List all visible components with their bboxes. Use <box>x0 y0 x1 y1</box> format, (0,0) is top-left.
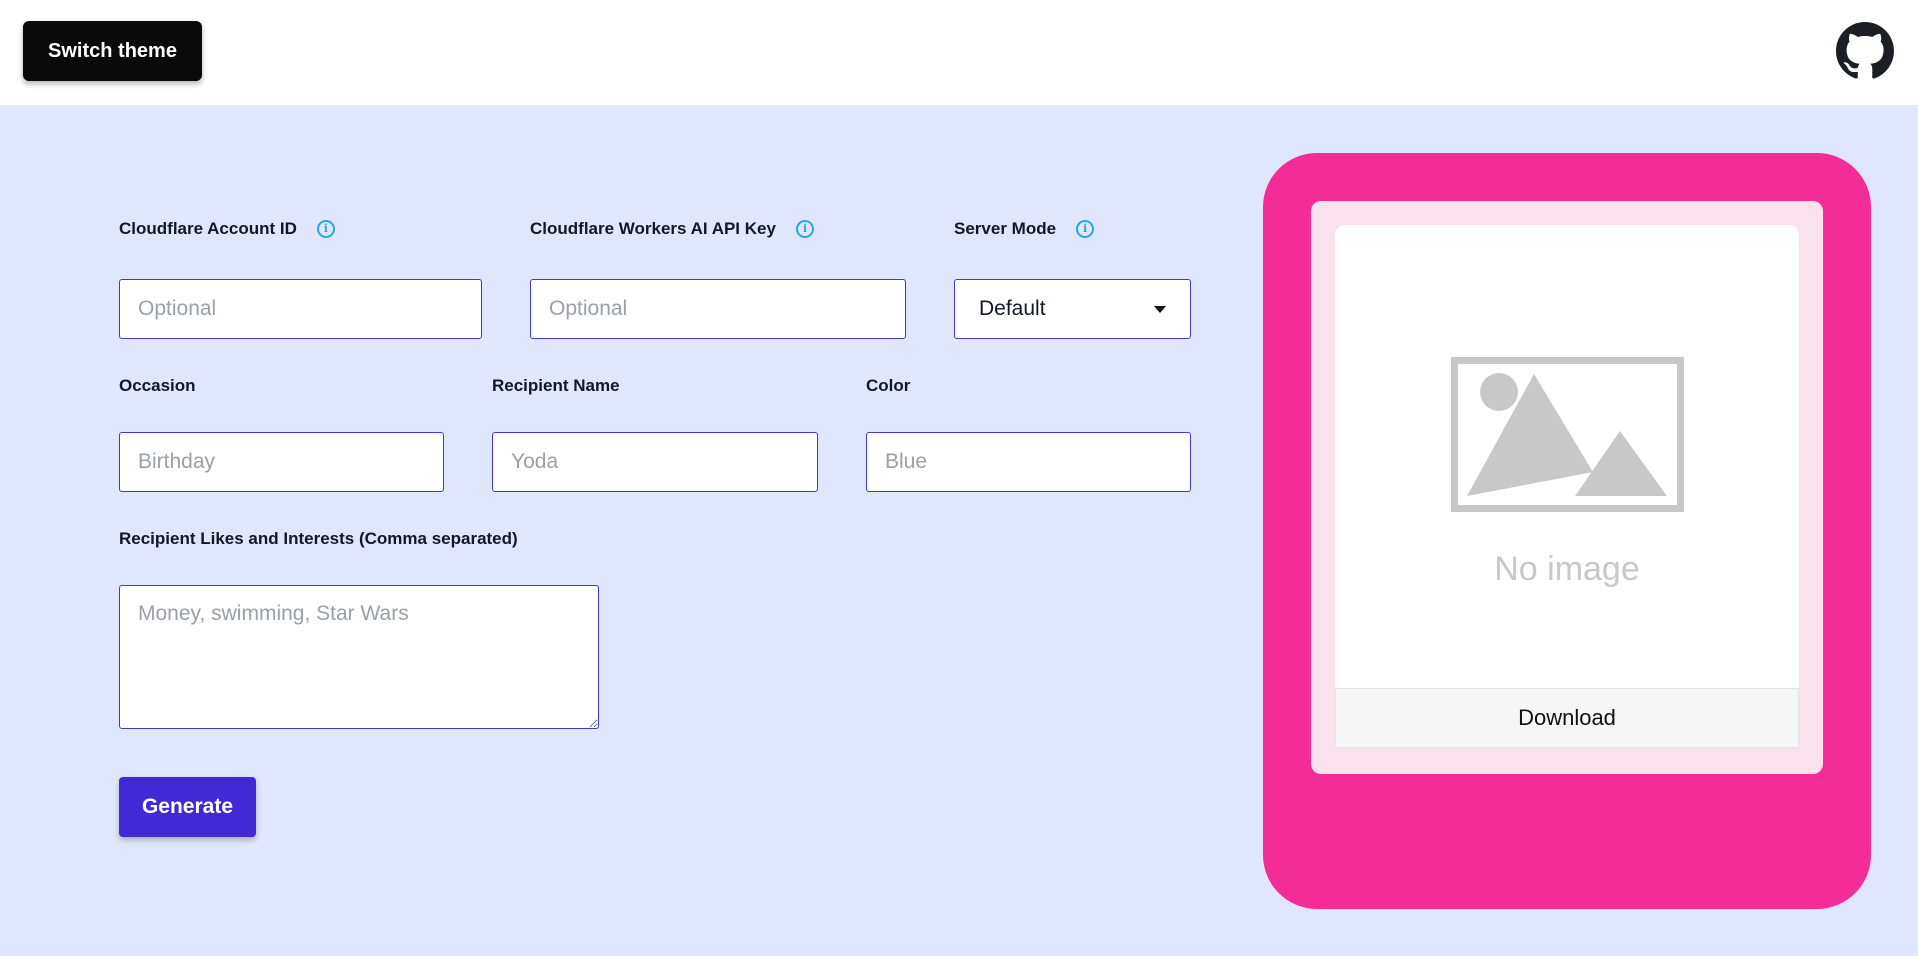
color-label: Color <box>866 376 910 396</box>
info-icon[interactable]: i <box>1076 220 1095 238</box>
occasion-input[interactable] <box>119 432 444 492</box>
recipient-name-label: Recipient Name <box>492 376 620 396</box>
footer-strip <box>0 956 1918 979</box>
likes-label: Recipient Likes and Interests (Comma sep… <box>119 529 518 549</box>
api-key-input[interactable] <box>530 279 906 339</box>
no-image-text: No image <box>1494 550 1640 588</box>
occasion-label: Occasion <box>119 376 196 396</box>
api-key-label: Cloudflare Workers AI API Key i <box>530 219 814 239</box>
recipient-name-input[interactable] <box>492 432 818 492</box>
server-mode-label: Server Mode i <box>954 219 1095 239</box>
color-input[interactable] <box>866 432 1191 492</box>
download-button[interactable]: Download <box>1335 688 1799 748</box>
generate-button[interactable]: Generate <box>119 777 256 837</box>
image-placeholder-icon <box>1451 357 1684 512</box>
server-mode-select[interactable]: Default <box>954 279 1191 339</box>
switch-theme-button[interactable]: Switch theme <box>23 21 202 81</box>
recipient-name-label-text: Recipient Name <box>492 376 620 395</box>
info-icon[interactable]: i <box>316 220 335 238</box>
server-mode-value: Default <box>979 297 1046 320</box>
server-mode-label-text: Server Mode <box>954 219 1057 238</box>
account-id-label: Cloudflare Account ID i <box>119 219 335 239</box>
likes-label-text: Recipient Likes and Interests (Comma sep… <box>119 529 518 548</box>
top-bar: Switch theme <box>0 0 1918 105</box>
info-icon[interactable]: i <box>795 220 814 238</box>
account-id-input[interactable] <box>119 279 482 339</box>
chevron-down-icon <box>1154 305 1166 313</box>
account-id-label-text: Cloudflare Account ID <box>119 219 297 238</box>
color-label-text: Color <box>866 376 911 395</box>
occasion-label-text: Occasion <box>119 376 196 395</box>
likes-textarea[interactable] <box>119 585 599 729</box>
api-key-label-text: Cloudflare Workers AI API Key <box>530 219 776 238</box>
github-icon[interactable] <box>1836 22 1894 80</box>
